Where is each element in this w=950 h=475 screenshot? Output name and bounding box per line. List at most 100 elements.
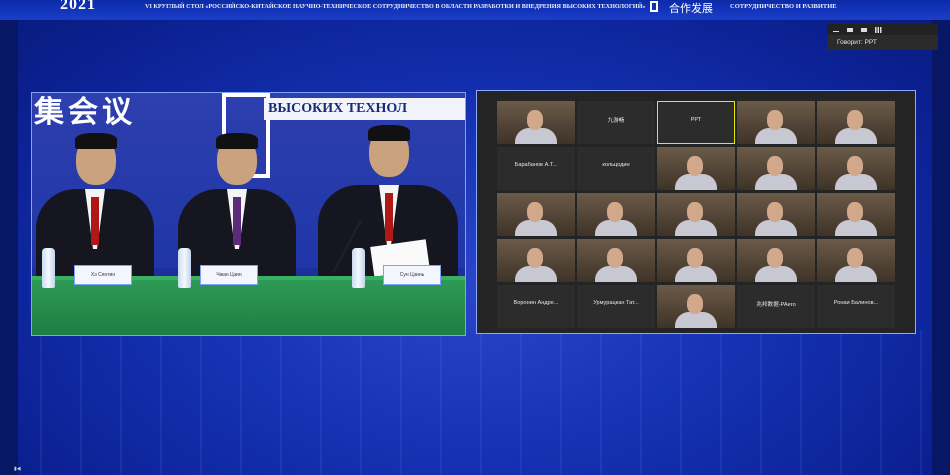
maximize-icon[interactable] (861, 27, 867, 32)
video-call-gallery: 九游畅 РРТ Барабанов А.Т... кольцодин Воронин А… (476, 90, 916, 334)
participant-body (755, 128, 797, 144)
active-speaker-label: Говорит: РРТ (827, 35, 938, 50)
speaker-tie (91, 197, 99, 245)
backdrop-banner: ВЫСОКИХ ТЕХНОЛ (264, 98, 465, 120)
participant-face (847, 202, 863, 222)
participant-tile[interactable] (737, 239, 815, 282)
participant-tile[interactable]: кольцодин (577, 147, 655, 190)
speaker-tie (385, 193, 393, 241)
cooperation-cn: 合作发展 (669, 2, 713, 15)
participant-tile[interactable]: Урмурацкан Тат... (577, 285, 655, 328)
participant-face (687, 294, 703, 314)
participant-tile[interactable] (817, 239, 895, 282)
participant-body (675, 312, 717, 328)
nameplate: Хэ Сянтин (74, 265, 132, 285)
event-logo: 2021 (60, 0, 96, 13)
participant-face (687, 156, 703, 176)
participant-face (607, 202, 623, 222)
restore-icon[interactable] (847, 27, 853, 32)
participant-body (675, 220, 717, 236)
participant-face (527, 110, 543, 130)
participant-face (527, 248, 543, 268)
participant-tile[interactable] (577, 239, 655, 282)
participant-tile[interactable] (657, 147, 735, 190)
background-pattern (0, 330, 950, 475)
participant-name: Барабанов А.Т... (514, 162, 558, 168)
participant-body (595, 266, 637, 282)
cooperation-ru: СОТРУДНИЧЕСТВО И РАЗВИТИЕ (730, 3, 837, 10)
participant-tile[interactable] (657, 239, 735, 282)
backdrop-cn-text: 集会议 (34, 95, 136, 130)
conference-header: 2021 VI КРУГЛЫЙ СТОЛ «РОССИЙСКО-КИТАЙСКО… (0, 0, 950, 20)
participant-body (515, 220, 557, 236)
conference-title: VI КРУГЛЫЙ СТОЛ «РОССИЙСКО-КИТАЙСКОЕ НАУ… (145, 3, 646, 10)
speaker-hair (75, 133, 117, 149)
left-border (0, 0, 18, 475)
participant-tile[interactable]: Воронин Андре... (497, 285, 575, 328)
nameplate: Сун Цзинь (383, 265, 441, 285)
conference-table (32, 280, 465, 335)
backdrop-ru-text: ВЫСОКИХ ТЕХНОЛ (268, 101, 408, 116)
participant-face (847, 156, 863, 176)
playback-icon[interactable]: ▮◀ (14, 466, 21, 472)
participant-tile[interactable] (497, 239, 575, 282)
water-bottle (42, 248, 55, 288)
water-bottle (352, 248, 365, 288)
participant-tile[interactable]: Барабанов А.Т... (497, 147, 575, 190)
participant-face (767, 248, 783, 268)
participant-body (835, 128, 877, 144)
participant-body (835, 174, 877, 190)
participant-tile[interactable] (737, 101, 815, 144)
participant-tile[interactable] (737, 147, 815, 190)
speaker-hair (368, 125, 410, 141)
participant-name: РРТ (690, 117, 702, 123)
participant-name: 九游畅 (607, 118, 625, 124)
right-border (932, 0, 950, 475)
participant-body (755, 174, 797, 190)
participant-body (515, 128, 557, 144)
participant-body (835, 266, 877, 282)
participant-tile[interactable] (657, 193, 735, 236)
nameplate: Чжан Цзин (200, 265, 258, 285)
logo-mark-icon (650, 1, 658, 12)
participant-tile[interactable] (817, 101, 895, 144)
participant-name: Урмурацкан Тат... (593, 300, 639, 306)
window-controls (827, 24, 938, 35)
participant-tile[interactable]: Ронаи Балинов... (817, 285, 895, 328)
speaker-tie (233, 197, 241, 245)
participant-face (847, 248, 863, 268)
participant-tile[interactable]: 兆邦数据-PAero (737, 285, 815, 328)
participant-face (767, 110, 783, 130)
participant-face (527, 202, 543, 222)
participant-body (595, 220, 637, 236)
participant-name: Ронаи Балинов... (833, 300, 879, 306)
participant-face (767, 202, 783, 222)
participant-body (755, 266, 797, 282)
speaker-hair (216, 133, 258, 149)
participant-tile[interactable] (577, 193, 655, 236)
participant-tile[interactable] (817, 147, 895, 190)
gallery-view-icon[interactable] (875, 26, 882, 33)
participant-name: Воронин Андре... (513, 300, 559, 306)
participant-tile[interactable] (817, 193, 895, 236)
participant-face (687, 248, 703, 268)
participant-name: кольцодин (602, 162, 630, 168)
participant-face (687, 202, 703, 222)
participant-tile[interactable] (497, 101, 575, 144)
venue-video-feed: 集会议 ВЫСОКИХ ТЕХНОЛ Хэ Сянтин Чжан Цзин С… (31, 92, 466, 336)
participant-tile[interactable] (737, 193, 815, 236)
participant-tile[interactable]: РРТ (657, 101, 735, 144)
participant-tile[interactable] (497, 193, 575, 236)
participant-tile[interactable]: 九游畅 (577, 101, 655, 144)
participant-body (755, 220, 797, 236)
minimize-icon[interactable] (833, 30, 839, 32)
participant-tile[interactable] (657, 285, 735, 328)
participant-name: 兆邦数据-PAero (756, 302, 796, 308)
water-bottle (178, 248, 191, 288)
participant-face (607, 248, 623, 268)
participant-body (675, 266, 717, 282)
participant-face (847, 110, 863, 130)
participant-body (835, 220, 877, 236)
participant-body (675, 174, 717, 190)
participant-face (767, 156, 783, 176)
